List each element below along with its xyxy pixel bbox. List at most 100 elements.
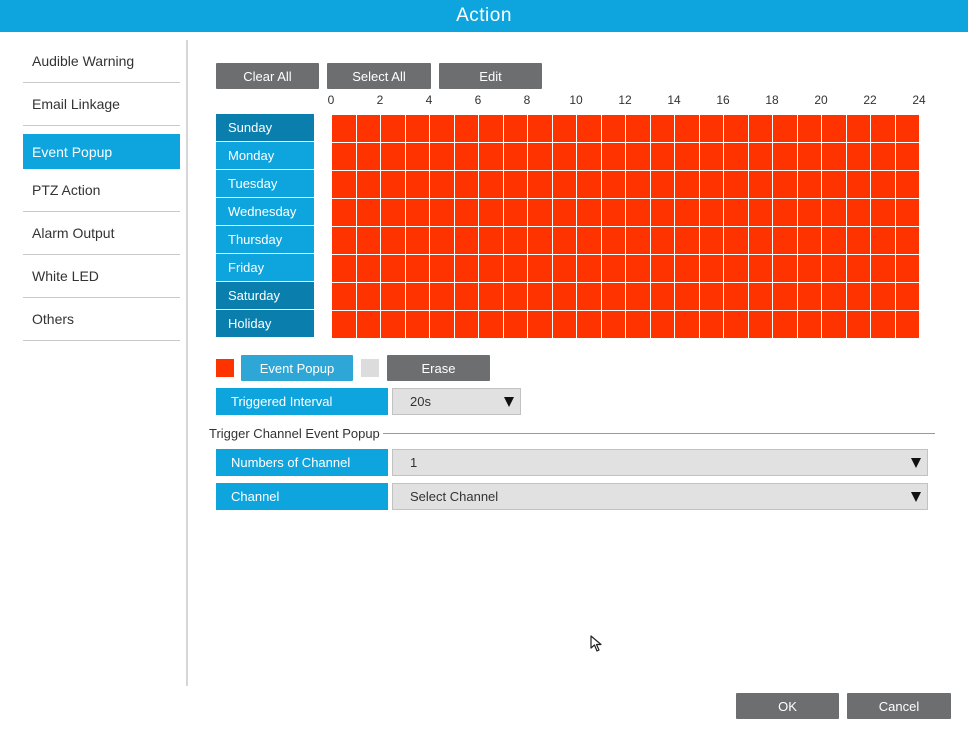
schedule-cell[interactable] xyxy=(871,311,895,338)
schedule-cell[interactable] xyxy=(773,255,797,282)
schedule-cell[interactable] xyxy=(675,115,699,142)
schedule-cell[interactable] xyxy=(895,227,919,254)
schedule-cell[interactable] xyxy=(601,171,625,198)
schedule-cell[interactable] xyxy=(699,311,723,338)
schedule-cell[interactable] xyxy=(356,199,380,226)
schedule-cell[interactable] xyxy=(356,171,380,198)
schedule-cell[interactable] xyxy=(699,227,723,254)
schedule-cell[interactable] xyxy=(797,227,821,254)
schedule-cell[interactable] xyxy=(528,199,552,226)
schedule-cell[interactable] xyxy=(332,255,356,282)
schedule-cell[interactable] xyxy=(479,171,503,198)
schedule-cell[interactable] xyxy=(699,199,723,226)
schedule-cell[interactable] xyxy=(895,255,919,282)
schedule-cell[interactable] xyxy=(773,283,797,310)
schedule-cell[interactable] xyxy=(650,255,674,282)
schedule-cell[interactable] xyxy=(503,283,527,310)
schedule-cell[interactable] xyxy=(454,171,478,198)
schedule-cell[interactable] xyxy=(528,311,552,338)
schedule-cell[interactable] xyxy=(454,255,478,282)
schedule-cell[interactable] xyxy=(479,115,503,142)
schedule-cell[interactable] xyxy=(528,255,552,282)
schedule-cell[interactable] xyxy=(405,283,429,310)
schedule-cell[interactable] xyxy=(430,171,454,198)
schedule-cell[interactable] xyxy=(699,255,723,282)
schedule-cell[interactable] xyxy=(332,311,356,338)
schedule-cell[interactable] xyxy=(797,311,821,338)
schedule-cell[interactable] xyxy=(577,311,601,338)
schedule-cell[interactable] xyxy=(405,171,429,198)
schedule-cell[interactable] xyxy=(356,283,380,310)
schedule-cell[interactable] xyxy=(871,143,895,170)
schedule-cell[interactable] xyxy=(405,255,429,282)
erase-button[interactable]: Erase xyxy=(387,355,490,381)
schedule-cell[interactable] xyxy=(479,143,503,170)
schedule-cell[interactable] xyxy=(503,115,527,142)
schedule-cell[interactable] xyxy=(405,227,429,254)
schedule-cell[interactable] xyxy=(650,115,674,142)
schedule-cell[interactable] xyxy=(748,199,772,226)
schedule-cell[interactable] xyxy=(601,115,625,142)
schedule-cell[interactable] xyxy=(430,255,454,282)
schedule-cell[interactable] xyxy=(430,143,454,170)
schedule-cell[interactable] xyxy=(577,171,601,198)
schedule-cell[interactable] xyxy=(356,143,380,170)
numbers-of-channel-select[interactable]: 1 xyxy=(392,449,928,476)
schedule-cell[interactable] xyxy=(724,255,748,282)
schedule-cell[interactable] xyxy=(503,171,527,198)
schedule-cell[interactable] xyxy=(332,143,356,170)
schedule-cell[interactable] xyxy=(822,283,846,310)
clear-all-button[interactable]: Clear All xyxy=(216,63,319,89)
schedule-cell[interactable] xyxy=(724,227,748,254)
sidebar-item-event-popup[interactable]: Event Popup xyxy=(23,134,180,169)
schedule-cell[interactable] xyxy=(626,255,650,282)
schedule-cell[interactable] xyxy=(773,311,797,338)
schedule-cell[interactable] xyxy=(650,283,674,310)
sidebar-item-audible-warning[interactable]: Audible Warning xyxy=(23,40,180,83)
schedule-cell[interactable] xyxy=(430,199,454,226)
schedule-cell[interactable] xyxy=(748,283,772,310)
schedule-cell[interactable] xyxy=(871,199,895,226)
schedule-cell[interactable] xyxy=(773,171,797,198)
schedule-cell[interactable] xyxy=(846,255,870,282)
schedule-cell[interactable] xyxy=(699,283,723,310)
schedule-cell[interactable] xyxy=(332,115,356,142)
channel-select[interactable]: Select Channel xyxy=(392,483,928,510)
schedule-cell[interactable] xyxy=(356,227,380,254)
schedule-cell[interactable] xyxy=(405,115,429,142)
schedule-cell[interactable] xyxy=(895,115,919,142)
schedule-cell[interactable] xyxy=(601,311,625,338)
schedule-cell[interactable] xyxy=(895,283,919,310)
schedule-cell[interactable] xyxy=(895,171,919,198)
schedule-cell[interactable] xyxy=(724,283,748,310)
schedule-cell[interactable] xyxy=(822,115,846,142)
select-all-button[interactable]: Select All xyxy=(327,63,431,89)
schedule-cell[interactable] xyxy=(626,311,650,338)
schedule-cell[interactable] xyxy=(601,143,625,170)
schedule-cell[interactable] xyxy=(797,115,821,142)
schedule-cell[interactable] xyxy=(675,171,699,198)
schedule-cell[interactable] xyxy=(650,143,674,170)
schedule-cell[interactable] xyxy=(797,171,821,198)
schedule-cell[interactable] xyxy=(454,283,478,310)
schedule-cell[interactable] xyxy=(748,115,772,142)
schedule-cell[interactable] xyxy=(650,199,674,226)
schedule-cell[interactable] xyxy=(356,311,380,338)
schedule-cell[interactable] xyxy=(724,115,748,142)
schedule-cell[interactable] xyxy=(381,311,405,338)
schedule-cell[interactable] xyxy=(381,115,405,142)
schedule-cell[interactable] xyxy=(846,171,870,198)
schedule-cell[interactable] xyxy=(332,199,356,226)
schedule-cell[interactable] xyxy=(577,115,601,142)
schedule-cell[interactable] xyxy=(454,115,478,142)
schedule-cell[interactable] xyxy=(650,227,674,254)
event-popup-brush-button[interactable]: Event Popup xyxy=(241,355,353,381)
schedule-cell[interactable] xyxy=(846,227,870,254)
schedule-cell[interactable] xyxy=(773,199,797,226)
schedule-cell[interactable] xyxy=(381,171,405,198)
schedule-cell[interactable] xyxy=(846,143,870,170)
schedule-cell[interactable] xyxy=(846,115,870,142)
schedule-cell[interactable] xyxy=(871,255,895,282)
schedule-cell[interactable] xyxy=(773,227,797,254)
schedule-cell[interactable] xyxy=(454,143,478,170)
